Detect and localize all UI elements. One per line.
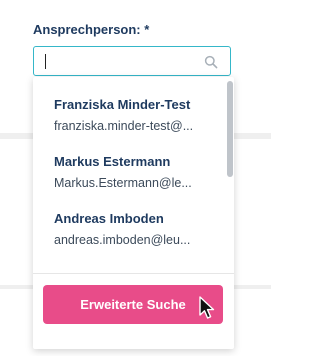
contact-search-input[interactable] — [34, 47, 210, 75]
contact-option[interactable]: Andreas Imboden andreas.imboden@leu... — [54, 211, 219, 247]
text-caret — [45, 54, 46, 69]
contact-email: andreas.imboden@leu... — [54, 233, 191, 247]
contact-list: Franziska Minder-Test franziska.minder-t… — [33, 77, 223, 273]
contact-email: Markus.Estermann@le... — [54, 176, 192, 190]
search-icon — [204, 55, 218, 69]
dropdown-footer-divider — [33, 273, 234, 274]
dropdown-scrollbar[interactable] — [227, 81, 233, 269]
contact-person-label: Ansprechperson: * — [33, 22, 150, 37]
contact-email: franziska.minder-test@... — [54, 119, 194, 133]
contact-picker-screen: Ansprechperson: * Franziska Minder-Test … — [0, 0, 271, 356]
scrollbar-thumb[interactable] — [227, 81, 233, 177]
mouse-pointer-icon — [199, 296, 215, 319]
contact-option[interactable]: Franziska Minder-Test franziska.minder-t… — [54, 97, 219, 133]
contact-option[interactable]: Markus Estermann Markus.Estermann@le... — [54, 154, 219, 190]
contact-name: Franziska Minder-Test — [54, 97, 191, 112]
contact-name: Markus Estermann — [54, 154, 171, 169]
contact-name: Andreas Imboden — [54, 211, 164, 226]
advanced-search-button[interactable]: Erweiterte Suche — [43, 285, 223, 324]
contact-search-field[interactable] — [33, 46, 231, 76]
